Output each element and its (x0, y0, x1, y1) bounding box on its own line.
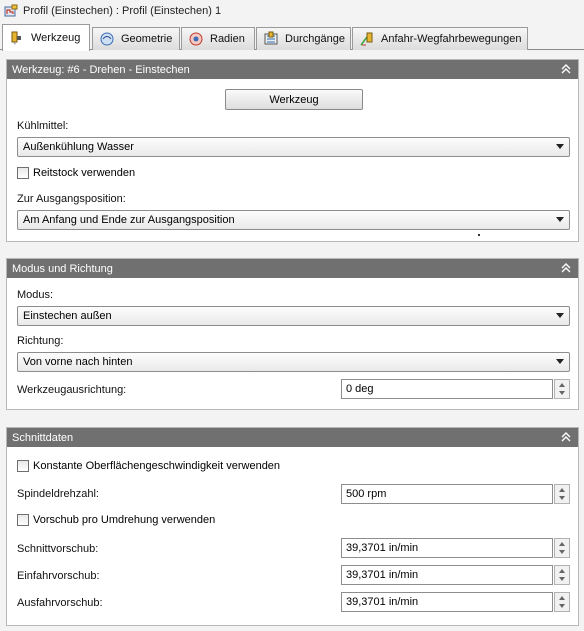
tab-geometrie[interactable]: Geometrie (92, 27, 180, 50)
tool-orientation-input[interactable]: 0 deg (341, 379, 553, 399)
spin-buttons[interactable] (554, 484, 570, 504)
tab-label: Werkzeug (31, 32, 81, 44)
direction-select[interactable]: Von vorne nach hinten (17, 352, 570, 372)
lead-out-feed-label: Ausfahrvorschub: (17, 597, 103, 609)
panel-header[interactable]: Modus und Richtung (7, 259, 578, 278)
spin-buttons[interactable] (554, 538, 570, 558)
constant-surface-speed-checkbox[interactable]: Konstante Oberflächengeschwindigkeit ver… (17, 460, 280, 472)
checkbox-box[interactable] (17, 167, 29, 179)
spin-down-icon[interactable] (559, 604, 565, 608)
geometry-icon (99, 31, 115, 47)
radii-icon (188, 31, 204, 47)
mode-direction-panel: Modus und Richtung Modus: Einstechen auß… (6, 258, 579, 410)
tab-radien[interactable]: Radien (181, 27, 255, 50)
panel-title: Modus und Richtung (12, 262, 113, 275)
mode-value: Einstechen außen (23, 310, 112, 322)
checkbox-box[interactable] (17, 460, 29, 472)
feed-per-revolution-label: Vorschub pro Umdrehung verwenden (33, 514, 216, 526)
profile-op-icon (4, 4, 18, 17)
spin-up-icon[interactable] (559, 488, 565, 492)
spin-up-icon[interactable] (559, 383, 565, 387)
home-position-label: Zur Ausgangsposition: (17, 193, 126, 205)
home-position-value: Am Anfang und Ende zur Ausgangsposition (23, 214, 235, 226)
tab-label: Durchgänge (285, 33, 345, 45)
coolant-value: Außenkühlung Wasser (23, 141, 134, 153)
feed-per-revolution-checkbox[interactable]: Vorschub pro Umdrehung verwenden (17, 514, 215, 526)
tool-panel: Werkzeug: #6 - Drehen - Einstechen Werkz… (6, 59, 579, 242)
panel-header[interactable]: Schnittdaten (7, 428, 578, 447)
tool-select-button[interactable]: Werkzeug (225, 89, 363, 110)
tab-bar: Werkzeug Geometrie Radien Durchgänge Anf… (0, 24, 584, 51)
lead-out-feed-stepper[interactable]: 39,3701 in/min (341, 592, 570, 612)
spin-up-icon[interactable] (559, 542, 565, 546)
spin-down-icon[interactable] (559, 577, 565, 581)
tool-orientation-label: Werkzeugausrichtung: (17, 384, 127, 396)
spin-up-icon[interactable] (559, 596, 565, 600)
panel-title: Schnittdaten (12, 431, 74, 444)
cutting-feed-stepper[interactable]: 39,3701 in/min (341, 538, 570, 558)
tab-anfahr-wegfahrbewegungen[interactable]: Anfahr-Wegfahrbewegungen (352, 27, 528, 50)
panel-header[interactable]: Werkzeug: #6 - Drehen - Einstechen (7, 60, 578, 79)
spin-buttons[interactable] (554, 565, 570, 585)
spindle-speed-stepper[interactable]: 500 rpm (341, 484, 570, 504)
lead-in-feed-input[interactable]: 39,3701 in/min (341, 565, 553, 585)
collapse-icon[interactable] (560, 262, 572, 274)
lead-in-feed-stepper[interactable]: 39,3701 in/min (341, 565, 570, 585)
lead-in-feed-label: Einfahrvorschub: (17, 570, 100, 582)
lead-out-feed-input[interactable]: 39,3701 in/min (341, 592, 553, 612)
spin-down-icon[interactable] (559, 496, 565, 500)
direction-value: Von vorne nach hinten (23, 356, 133, 368)
resize-dot (478, 234, 480, 236)
mode-label: Modus: (17, 289, 54, 301)
tab-label: Anfahr-Wegfahrbewegungen (381, 33, 522, 45)
cutting-data-panel: Schnittdaten Konstante Oberflächengeschw… (6, 427, 579, 626)
linking-icon (359, 31, 375, 47)
direction-label: Richtung: (17, 335, 64, 347)
collapse-icon[interactable] (560, 431, 572, 443)
tab-label: Geometrie (121, 33, 173, 45)
cutting-feed-label: Schnittvorschub: (17, 543, 99, 555)
tool-orientation-stepper[interactable]: 0 deg (341, 379, 570, 399)
mode-select[interactable]: Einstechen außen (17, 306, 570, 326)
tool-icon (9, 30, 25, 46)
chevron-down-icon (556, 359, 564, 364)
tailstock-checkbox[interactable]: Reitstock verwenden (17, 167, 135, 179)
chevron-down-icon (556, 313, 564, 318)
collapse-icon[interactable] (560, 63, 572, 75)
tailstock-label: Reitstock verwenden (33, 167, 136, 179)
tab-durchgaenge[interactable]: Durchgänge (256, 27, 351, 50)
spin-down-icon[interactable] (559, 550, 565, 554)
title-bar: Profil (Einstechen) : Profil (Einstechen… (0, 0, 584, 22)
spin-up-icon[interactable] (559, 569, 565, 573)
home-position-select[interactable]: Am Anfang und Ende zur Ausgangsposition (17, 210, 570, 230)
window-title: Profil (Einstechen) : Profil (Einstechen… (23, 5, 222, 17)
chevron-down-icon (556, 144, 564, 149)
coolant-label: Kühlmittel: (17, 120, 69, 132)
tab-werkzeug[interactable]: Werkzeug (2, 24, 90, 51)
tab-label: Radien (210, 33, 245, 45)
spindle-speed-input[interactable]: 500 rpm (341, 484, 553, 504)
constant-surface-speed-label: Konstante Oberflächengeschwindigkeit ver… (33, 460, 281, 472)
spin-down-icon[interactable] (559, 391, 565, 395)
chevron-down-icon (556, 217, 564, 222)
panel-title: Werkzeug: #6 - Drehen - Einstechen (12, 63, 190, 76)
spin-buttons[interactable] (554, 379, 570, 399)
checkbox-box[interactable] (17, 514, 29, 526)
spin-buttons[interactable] (554, 592, 570, 612)
passes-icon (263, 31, 279, 47)
cutting-feed-input[interactable]: 39,3701 in/min (341, 538, 553, 558)
coolant-select[interactable]: Außenkühlung Wasser (17, 137, 570, 157)
spindle-speed-label: Spindeldrehzahl: (17, 488, 99, 500)
